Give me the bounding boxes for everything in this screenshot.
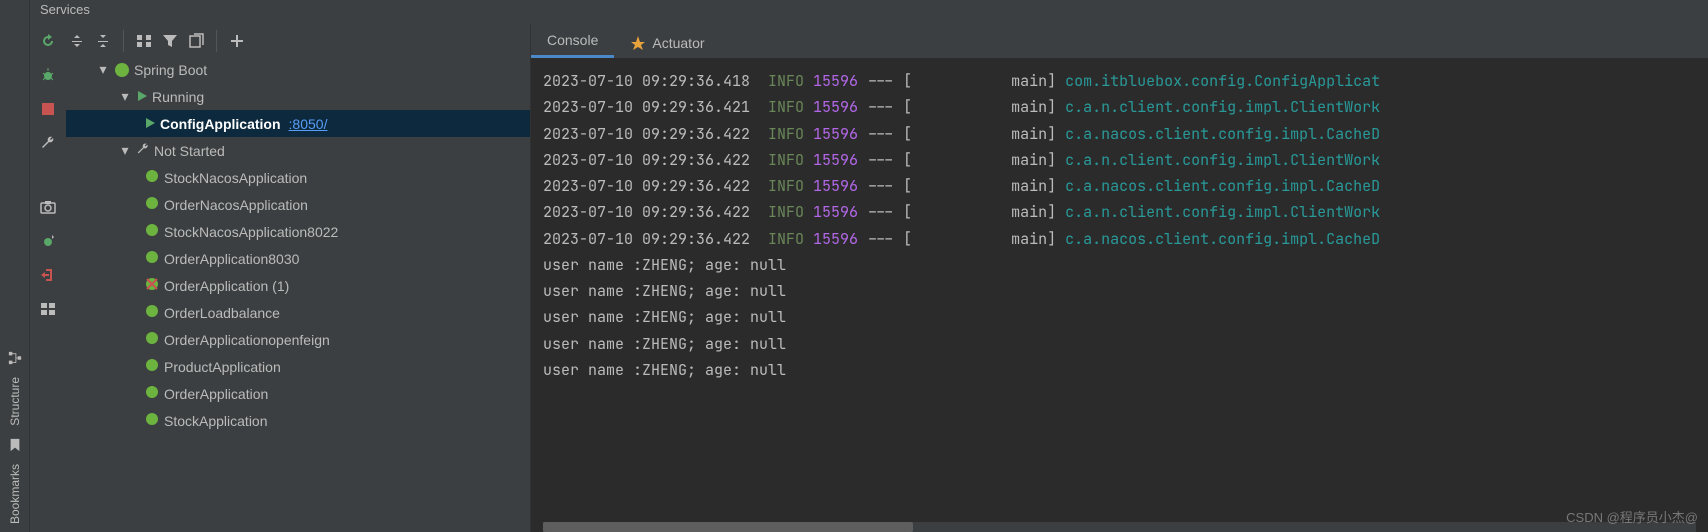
- tree-item-label: OrderApplication: [164, 386, 268, 402]
- tree-item[interactable]: OrderApplication8030: [66, 245, 530, 272]
- spring-icon: [144, 384, 160, 403]
- tree-item-label: OrderLoadbalance: [164, 305, 280, 321]
- tree-item[interactable]: StockNacosApplication8022: [66, 218, 530, 245]
- spring-icon: [144, 357, 160, 376]
- tree-item-label: OrderApplicationopenfeign: [164, 332, 330, 348]
- tab-actuator[interactable]: Actuator: [614, 28, 720, 58]
- stop-icon[interactable]: [37, 98, 59, 120]
- bug-icon[interactable]: [37, 64, 59, 86]
- bookmark-icon: [8, 438, 22, 452]
- tree-item-label: ProductApplication: [164, 359, 281, 375]
- tree-item[interactable]: OrderLoadbalance: [66, 299, 530, 326]
- spring-icon: [144, 249, 160, 268]
- tree-item-label: StockNacosApplication8022: [164, 224, 338, 240]
- actuator-icon: [630, 35, 646, 51]
- chevron-down-icon: ▾: [118, 88, 132, 105]
- structure-icon: [8, 351, 22, 365]
- config-app-label: ConfigApplication: [160, 116, 281, 132]
- tree-item[interactable]: OrderNacosApplication: [66, 191, 530, 218]
- spring-icon: [144, 222, 160, 241]
- tree-item[interactable]: OrderApplicationopenfeign: [66, 326, 530, 353]
- tree-item-label: StockNacosApplication: [164, 170, 307, 186]
- spring-icon: [144, 303, 160, 322]
- tree-item[interactable]: StockApplication: [66, 407, 530, 434]
- collapse-all-icon[interactable]: [92, 30, 114, 52]
- tree-item[interactable]: OrderApplication (1): [66, 272, 530, 299]
- debug-restart-icon[interactable]: [37, 230, 59, 252]
- spring-icon: [144, 195, 160, 214]
- tree-item[interactable]: ProductApplication: [66, 353, 530, 380]
- tree-group-running[interactable]: ▾ Running: [66, 83, 530, 110]
- group-icon[interactable]: [133, 30, 155, 52]
- chevron-down-icon: ▾: [118, 142, 132, 159]
- tree-item-configapplication[interactable]: ConfigApplication :8050/: [66, 110, 530, 137]
- exit-icon[interactable]: [37, 264, 59, 286]
- spring-icon: [144, 168, 160, 187]
- tree-item-label: OrderApplication (1): [164, 278, 289, 294]
- play-icon: [144, 116, 156, 132]
- filter-icon[interactable]: [159, 30, 181, 52]
- tree-root-label: Spring Boot: [134, 62, 207, 78]
- open-icon[interactable]: [185, 30, 207, 52]
- notstarted-group-label: Not Started: [154, 143, 225, 159]
- action-toolbar: [30, 24, 66, 532]
- camera-icon[interactable]: [37, 196, 59, 218]
- running-group-label: Running: [152, 89, 204, 105]
- tree-item-label: StockApplication: [164, 413, 268, 429]
- tab-actuator-label: Actuator: [652, 35, 704, 51]
- tree-item-label: OrderNacosApplication: [164, 197, 308, 213]
- wrench-icon: [136, 142, 150, 159]
- panel-title: Services: [30, 0, 1708, 24]
- services-tree: ▾ Spring Boot ▾ Running ConfigApplicatio…: [66, 24, 530, 532]
- tree-item-label: OrderApplication8030: [164, 251, 299, 267]
- console-tabs: Console Actuator: [531, 24, 1708, 58]
- spring-icon: [144, 276, 160, 295]
- layout-icon[interactable]: [37, 298, 59, 320]
- chevron-down-icon: ▾: [96, 61, 110, 78]
- horizontal-scrollbar[interactable]: [543, 522, 1696, 532]
- spring-icon: [114, 62, 130, 78]
- left-rail: Structure Bookmarks: [0, 0, 30, 532]
- console-output[interactable]: 2023-07-10 09:29:36.418 INFO 15596 --- […: [531, 58, 1708, 522]
- spring-icon: [144, 330, 160, 349]
- wrench-icon[interactable]: [37, 132, 59, 154]
- structure-tab[interactable]: Structure: [8, 369, 22, 434]
- tree-item[interactable]: OrderApplication: [66, 380, 530, 407]
- watermark: CSDN @程序员小杰@: [1566, 507, 1698, 526]
- tree-group-notstarted[interactable]: ▾ Not Started: [66, 137, 530, 164]
- add-icon[interactable]: [226, 30, 248, 52]
- tab-console[interactable]: Console: [531, 25, 614, 58]
- play-icon: [136, 89, 148, 105]
- config-app-port[interactable]: :8050/: [289, 116, 328, 132]
- tree-root-springboot[interactable]: ▾ Spring Boot: [66, 56, 530, 83]
- bookmarks-tab[interactable]: Bookmarks: [8, 456, 22, 532]
- rerun-icon[interactable]: [37, 30, 59, 52]
- spring-icon: [144, 411, 160, 430]
- expand-all-icon[interactable]: [66, 30, 88, 52]
- tree-item[interactable]: StockNacosApplication: [66, 164, 530, 191]
